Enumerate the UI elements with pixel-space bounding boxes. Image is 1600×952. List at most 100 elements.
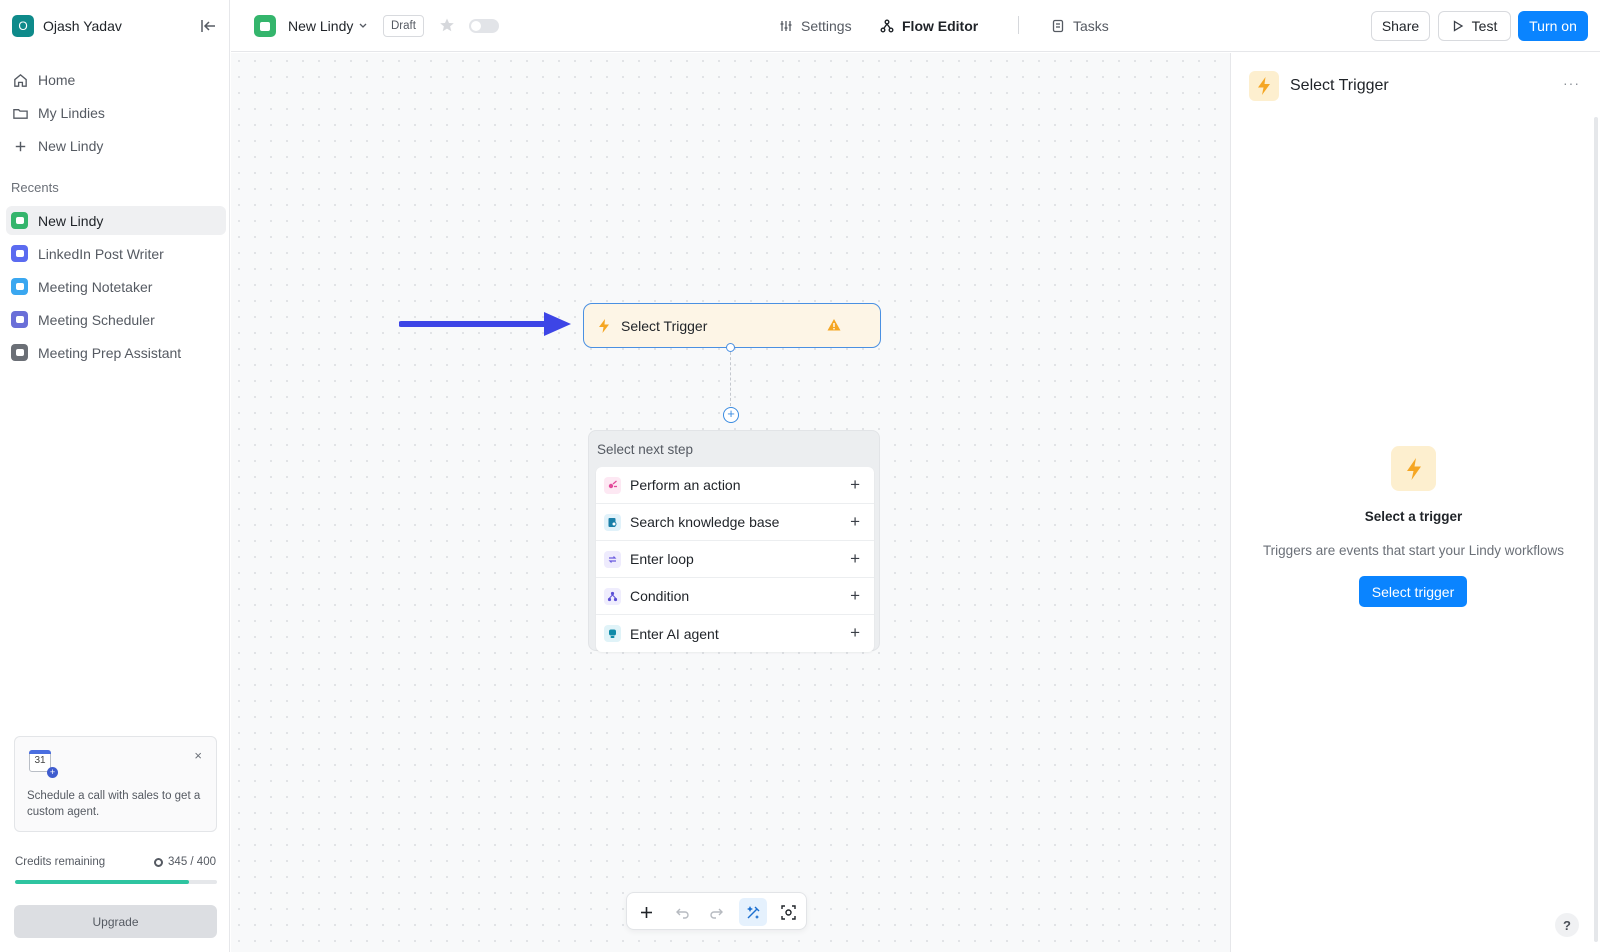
add-node-button[interactable] (632, 898, 660, 926)
agent-icon (11, 212, 28, 229)
settings-icon (780, 21, 792, 31)
step-option-label: Enter loop (630, 551, 694, 567)
agent-icon (11, 278, 28, 295)
redo-icon (709, 908, 723, 919)
tab-tasks-label: Tasks (1073, 18, 1109, 34)
tab-divider (1018, 16, 1019, 34)
credits-count: 345 / 400 (168, 856, 216, 868)
recent-label: Meeting Prep Assistant (38, 344, 182, 361)
add-icon[interactable]: + (850, 513, 860, 531)
recent-label: New Lindy (38, 212, 104, 229)
nav-my-lindies[interactable]: My Lindies (10, 99, 225, 127)
step-option-label: Perform an action (630, 477, 741, 493)
recents-heading: Recents (11, 180, 59, 195)
add-step-icon[interactable]: + (723, 407, 739, 423)
star-icon[interactable] (439, 17, 455, 33)
add-node-icon (640, 906, 652, 918)
undo-icon (675, 908, 689, 919)
step-option-perform-action[interactable]: Perform an action + (596, 467, 874, 504)
annotation-arrow (399, 312, 571, 336)
flow-icon (880, 19, 894, 33)
step-option-enter-loop[interactable]: Enter loop + (596, 541, 874, 578)
recent-meeting-notetaker[interactable]: Meeting Notetaker (6, 272, 226, 301)
flow-canvas[interactable]: Select Trigger + Select next step Perfor… (231, 53, 1230, 952)
step-option-label: Condition (630, 588, 690, 604)
fit-view-button[interactable] (774, 898, 802, 926)
recent-meeting-prep-assistant[interactable]: Meeting Prep Assistant (6, 338, 226, 367)
share-button[interactable]: Share (1371, 11, 1430, 41)
action-icon (604, 476, 621, 494)
test-button[interactable]: Test (1438, 11, 1511, 41)
tab-tasks[interactable]: Tasks (1051, 16, 1109, 36)
calendar-add-icon: + (47, 767, 58, 778)
nav-new-lindy[interactable]: New Lindy (10, 132, 225, 160)
agent-name[interactable]: New Lindy (288, 18, 353, 34)
turn-on-button[interactable]: Turn on (1518, 11, 1588, 41)
recent-label: LinkedIn Post Writer (38, 245, 164, 262)
more-options-icon[interactable]: ··· (1563, 75, 1580, 91)
help-button[interactable]: ? (1555, 913, 1579, 937)
tasks-icon (1052, 19, 1064, 33)
panel-title: Select Trigger (1290, 77, 1389, 94)
plus-icon (15, 141, 26, 151)
next-step-panel: Select next step Perform an action + Sea… (588, 430, 880, 652)
workspace-name: Ojash Yadav (43, 18, 122, 34)
close-icon[interactable]: × (194, 748, 202, 763)
sidebar: O Ojash Yadav Home My Lindies New Lindy … (0, 0, 230, 952)
lightning-icon (1249, 71, 1279, 101)
recent-label: Meeting Scheduler (38, 311, 155, 328)
step-option-label: Search knowledge base (630, 514, 780, 530)
agent-icon (11, 311, 28, 328)
add-icon[interactable]: + (850, 476, 860, 494)
step-option-enter-ai-agent[interactable]: Enter AI agent + (596, 615, 874, 652)
select-trigger-button[interactable]: Select trigger (1359, 576, 1467, 607)
next-step-title: Select next step (597, 442, 694, 457)
nav-new-lindy-label: New Lindy (38, 138, 104, 154)
panel-scrollbar[interactable] (1594, 117, 1598, 942)
sales-promo-card: 31 + × Schedule a call with sales to get… (14, 736, 217, 832)
lightning-icon (1391, 446, 1436, 491)
empty-state-description: Triggers are events that start your Lind… (1262, 543, 1565, 558)
nav-home[interactable]: Home (10, 66, 225, 94)
step-option-label: Enter AI agent (630, 625, 719, 642)
lightning-icon (599, 318, 609, 333)
folder-icon (13, 108, 28, 119)
upgrade-button[interactable]: Upgrade (14, 905, 217, 938)
redo-button[interactable] (702, 898, 730, 926)
test-button-label: Test (1471, 18, 1498, 34)
add-icon[interactable]: + (850, 550, 860, 568)
recent-label: Meeting Notetaker (38, 278, 153, 295)
auto-layout-button[interactable] (739, 898, 767, 926)
agent-icon (11, 344, 28, 361)
recent-meeting-scheduler[interactable]: Meeting Scheduler (6, 305, 226, 334)
condition-icon (604, 587, 621, 605)
undo-button[interactable] (668, 898, 696, 926)
recent-linkedin-post-writer[interactable]: LinkedIn Post Writer (6, 239, 226, 268)
chevron-down-icon[interactable] (358, 20, 368, 30)
agent-icon (254, 15, 276, 37)
workspace-switcher[interactable]: O Ojash Yadav (12, 14, 222, 38)
recent-new-lindy[interactable]: New Lindy (6, 206, 226, 235)
status-badge: Draft (383, 15, 424, 37)
loop-icon (604, 550, 621, 568)
tab-flow-editor-label: Flow Editor (902, 18, 979, 34)
add-icon[interactable]: + (850, 624, 860, 642)
home-icon (14, 73, 27, 87)
workspace-avatar: O (12, 15, 34, 37)
node-output-port[interactable] (726, 343, 735, 352)
add-icon[interactable]: + (850, 587, 860, 605)
auto-layout-icon (746, 905, 759, 919)
warning-icon (827, 319, 841, 331)
promo-text[interactable]: Schedule a call with sales to get a cust… (27, 788, 209, 820)
collapse-sidebar-icon[interactable] (198, 16, 218, 36)
trigger-node[interactable]: Select Trigger (583, 303, 881, 348)
tab-flow-editor[interactable]: Flow Editor (880, 16, 978, 36)
ai-agent-icon (604, 625, 621, 642)
credits-icon (154, 857, 164, 867)
empty-state-title: Select a trigger (1364, 509, 1463, 524)
tab-settings[interactable]: Settings (779, 16, 852, 36)
trigger-node-label: Select Trigger (621, 317, 708, 334)
activate-toggle[interactable] (469, 19, 499, 33)
step-option-search-knowledge-base[interactable]: Search knowledge base + (596, 504, 874, 541)
step-option-condition[interactable]: Condition + (596, 578, 874, 615)
